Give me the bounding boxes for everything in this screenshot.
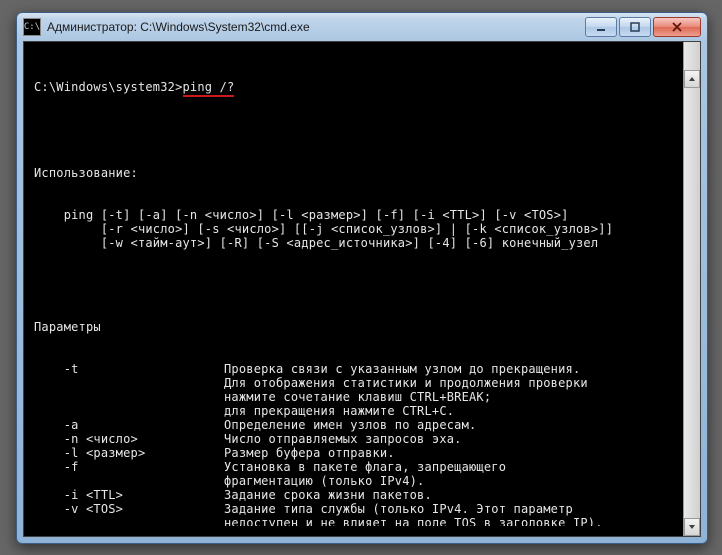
usage-header: Использование: [34,166,684,180]
titlebar[interactable]: C:\ Администратор: C:\Windows\System32\c… [17,13,707,41]
scrollbar-up-button[interactable] [684,70,700,88]
param-flag: -t [34,362,224,418]
param-description: Задание срока жизни пакетов. [224,488,684,502]
param-flag: -l <размер> [34,446,224,460]
terminal-content: C:\Windows\system32>ping /? Использовани… [34,52,684,526]
usage-line: [-w <тайм-аут>] [-R] [-S <адрес_источник… [34,236,684,250]
param-description: Размер буфера отправки. [224,446,684,460]
usage-line: ping [-t] [-a] [-n <число>] [-l <размер>… [34,208,684,222]
cmd-icon: C:\ [23,18,41,36]
blank-line [34,278,684,292]
vertical-scrollbar[interactable] [683,42,700,536]
window-buttons [585,17,701,37]
prompt-line-1: C:\Windows\system32>ping /? [34,80,684,94]
param-description: Определение имен узлов по адресам. [224,418,684,432]
entered-command: ping /? [183,80,235,97]
param-flag: -v <TOS> [34,502,224,526]
param-description: Число отправляемых запросов эха. [224,432,684,446]
param-flag: -a [34,418,224,432]
close-button[interactable] [653,17,701,37]
blank-line [34,124,684,138]
terminal-area[interactable]: C:\Windows\system32>ping /? Использовани… [23,41,701,537]
minimize-button[interactable] [585,17,617,37]
maximize-button[interactable] [619,17,651,37]
param-flag: -i <TTL> [34,488,224,502]
usage-line: [-r <число>] [-s <число>] [[-j <список_у… [34,222,684,236]
param-description: Проверка связи с указанным узлом до прек… [224,362,684,418]
window-title: Администратор: C:\Windows\System32\cmd.e… [47,20,585,34]
cmd-icon-label: C:\ [24,23,40,32]
param-description: Задание типа службы (только IPv4. Этот п… [224,502,684,526]
params-header: Параметры [34,320,684,334]
param-flag: -f [34,460,224,488]
scrollbar-down-button[interactable] [684,518,700,536]
param-flag: -n <число> [34,432,224,446]
param-description: Установка в пакете флага, запрещающего ф… [224,460,684,488]
params-block: -tПроверка связи с указанным узлом до пр… [34,362,684,526]
usage-block: ping [-t] [-a] [-n <число>] [-l <размер>… [34,208,684,250]
prompt-prefix: C:\Windows\system32> [34,80,183,94]
cmd-window: C:\ Администратор: C:\Windows\System32\c… [16,12,708,544]
